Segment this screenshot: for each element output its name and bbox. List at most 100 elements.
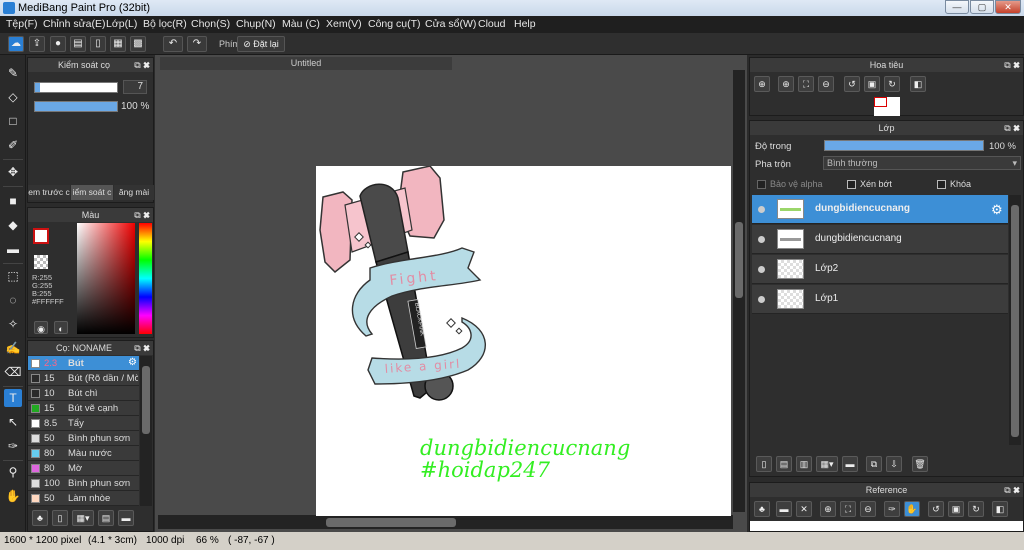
select-rect-icon[interactable]: ⬚ <box>4 267 22 285</box>
maximize-button[interactable]: ▢ <box>970 0 994 14</box>
menu-window[interactable]: Cửa sổ(W) <box>425 18 476 30</box>
layer-folder-icon[interactable]: ▬ <box>842 456 858 472</box>
brush-item[interactable]: 50 Bình phun sơn <box>28 431 139 446</box>
layer-list-scrollbar[interactable] <box>1009 195 1021 445</box>
brush-item[interactable]: 80 Màu nước <box>28 446 139 461</box>
page-icon[interactable]: ▯ <box>90 36 106 52</box>
menu-cloud[interactable]: Cloud <box>478 18 505 30</box>
zoom-in-icon[interactable]: ⊕ <box>754 76 770 92</box>
cloud-icon[interactable]: ☁ <box>8 36 24 52</box>
gradient-tool-icon[interactable]: ▬ <box>4 240 22 258</box>
panel-close-icon[interactable]: ⧉ ✖ <box>134 208 150 222</box>
lock-checkbox[interactable] <box>937 180 946 189</box>
brush-item[interactable]: 15 Bút vẽ cạnh <box>28 401 139 416</box>
brush-list-scrollbar[interactable] <box>140 356 152 506</box>
brush-opacity-slider[interactable] <box>34 101 118 112</box>
transparent-swatch[interactable] <box>34 255 48 269</box>
panel-close-icon[interactable]: ⧉ ✖ <box>1004 58 1020 72</box>
menu-edit[interactable]: Chỉnh sửa(E) <box>43 18 105 30</box>
add-brush-icon[interactable]: ♣ <box>32 510 48 526</box>
tab-sharpen[interactable]: ăng mài <box>114 185 154 200</box>
select-eraser-icon[interactable]: ⌫ <box>4 363 22 381</box>
zoom-out-icon[interactable]: ⊖ <box>818 76 834 92</box>
layer-item[interactable]: Lớp2 <box>752 255 1008 284</box>
chat-icon[interactable]: ▤ <box>70 36 86 52</box>
brush-size-slider[interactable] <box>34 82 118 93</box>
close-button[interactable]: ✕ <box>995 0 1021 14</box>
color-settings-icon[interactable]: ◐ <box>54 321 68 334</box>
layer-item[interactable]: dungbidiencucnang <box>752 225 1008 254</box>
panel-close-icon[interactable]: ⧉ ✖ <box>1004 121 1020 135</box>
duplicate-layer-icon[interactable]: ⧉ <box>866 456 882 472</box>
panel-close-icon[interactable]: ⧉ ✖ <box>1004 483 1020 497</box>
tab-brush-preview[interactable]: em trước c <box>28 185 70 200</box>
delete-layer-icon[interactable]: 🗑 <box>912 456 928 472</box>
hue-slider[interactable] <box>139 223 152 334</box>
reference-hand-icon[interactable]: ✋ <box>904 501 920 517</box>
merge-layer-icon[interactable]: ⇩ <box>886 456 902 472</box>
brush-item[interactable]: 50 Làm nhòe <box>28 491 139 506</box>
layer-item[interactable]: Lớp1 <box>752 285 1008 314</box>
menu-filter[interactable]: Bộ lọc(R) <box>143 18 187 30</box>
reference-rotate-right-icon[interactable]: ↻ <box>968 501 984 517</box>
menu-file[interactable]: Tệp(F) <box>6 18 38 30</box>
eraser-tool-icon[interactable]: ◇ <box>4 88 22 106</box>
menu-color[interactable]: Màu (C) <box>282 18 320 30</box>
canvas-vertical-scrollbar[interactable] <box>733 70 745 512</box>
reset-button[interactable]: ⊘ Đặt lại <box>237 36 285 52</box>
tiles-icon[interactable]: ▩ <box>130 36 146 52</box>
zoom-in-alt-icon[interactable]: ⊕ <box>778 76 794 92</box>
canvas-h-scroll-thumb[interactable] <box>326 518 456 527</box>
panel-close-icon[interactable]: ⧉ ✖ <box>134 58 150 72</box>
hand-tool-icon[interactable]: ✋ <box>4 487 22 505</box>
reference-reset-icon[interactable]: ▣ <box>948 501 964 517</box>
brush-item[interactable]: 15 Bút (Rõ dần / Mờ <box>28 371 139 386</box>
reference-open-icon[interactable]: ▬ <box>776 501 792 517</box>
new-halftone-layer-icon[interactable]: ▤ <box>776 456 792 472</box>
layer-visibility-icon[interactable] <box>758 236 765 243</box>
primary-color-swatch[interactable] <box>33 228 49 244</box>
reference-zoom-in-icon[interactable]: ⊕ <box>820 501 836 517</box>
clip-checkbox[interactable] <box>847 180 856 189</box>
reference-flip-icon[interactable]: ◧ <box>992 501 1008 517</box>
grid-icon[interactable]: ▦ <box>110 36 126 52</box>
layer-visibility-icon[interactable] <box>758 296 765 303</box>
reset-view-icon[interactable]: ▣ <box>864 76 880 92</box>
blend-mode-select[interactable]: Bình thường ▾ <box>823 156 1021 170</box>
reference-zoom-out-icon[interactable]: ⊖ <box>860 501 876 517</box>
layer-item[interactable]: dungbidiencucnang <box>752 195 1008 224</box>
lasso-tool-icon[interactable]: ◌ <box>4 291 22 309</box>
panel-divider-icon[interactable]: ✑ <box>4 437 22 455</box>
fill-rect-icon[interactable]: ■ <box>4 192 22 210</box>
flip-icon[interactable]: ◧ <box>910 76 926 92</box>
document-tab[interactable]: Untitled <box>160 57 452 70</box>
new-brush-icon[interactable]: ▯ <box>52 510 68 526</box>
canvas-v-scroll-thumb[interactable] <box>735 222 743 298</box>
text-tool-icon[interactable]: T <box>4 389 22 407</box>
operation-tool-icon[interactable]: ↖ <box>4 413 22 431</box>
menu-layer[interactable]: Lớp(L) <box>106 18 137 30</box>
rotate-right-icon[interactable]: ↻ <box>884 76 900 92</box>
brush-menu-icon[interactable]: ▦▾ <box>72 510 94 526</box>
layer-visibility-icon[interactable] <box>758 206 765 213</box>
tab-brush-control[interactable]: iểm soát c <box>71 185 113 200</box>
bucket-tool-icon[interactable]: ◆ <box>4 216 22 234</box>
select-pen-icon[interactable]: ✍ <box>4 339 22 357</box>
reference-add-icon[interactable]: ♣ <box>754 501 770 517</box>
move-tool-icon[interactable]: ✥ <box>4 163 22 181</box>
magic-wand-icon[interactable]: ✧ <box>4 315 22 333</box>
reference-close-icon[interactable]: ✕ <box>796 501 812 517</box>
brush-size-value[interactable]: 7 <box>123 80 147 94</box>
share-icon[interactable]: ⇪ <box>29 36 45 52</box>
eyedropper-icon[interactable]: ⚲ <box>4 463 22 481</box>
add-layer-menu-icon[interactable]: ▦▾ <box>816 456 838 472</box>
layer-visibility-icon[interactable] <box>758 266 765 273</box>
new-8bit-layer-icon[interactable]: ▥ <box>796 456 812 472</box>
protect-alpha-checkbox[interactable] <box>757 180 766 189</box>
minimize-button[interactable]: — <box>945 0 969 14</box>
comment-icon[interactable]: ● <box>50 36 66 52</box>
menu-tools[interactable]: Công cụ(T) <box>368 18 421 30</box>
reference-eyedropper-icon[interactable]: ✑ <box>884 501 900 517</box>
brush-item[interactable]: 100 Bình phun sơn <box>28 476 139 491</box>
menu-snap[interactable]: Chụp(N) <box>236 18 276 30</box>
